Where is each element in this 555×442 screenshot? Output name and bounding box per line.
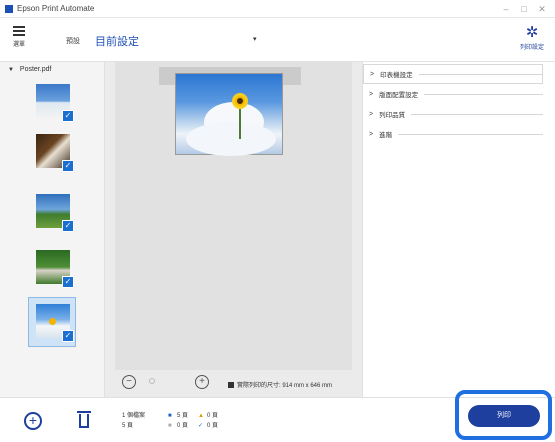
preset-label: 預設 [66, 38, 80, 45]
app-header: 選單 預設 目前設定 ▾ ✲ 列印設定 [0, 18, 555, 62]
print-settings-label: 列印設定 [519, 45, 544, 51]
page-thumbnail-3[interactable]: ✓ [36, 194, 74, 232]
chevron-down-icon[interactable]: ▾ [253, 35, 257, 43]
checkbox-checked-icon[interactable]: ✓ [62, 160, 74, 172]
file-group-header[interactable]: ▼ Poster.pdf [8, 66, 51, 73]
job-summary: 1 個檔案 5 頁 [122, 411, 145, 431]
gear-icon: ✲ [525, 24, 539, 41]
trash-icon[interactable] [77, 411, 91, 429]
section-label: 版面配置設定 [379, 92, 419, 99]
zoom-toolbar: − + 實際列印的尺寸: 914 mm x 646 mm [105, 370, 362, 397]
file-count: 1 個檔案 [122, 413, 146, 419]
page-thumbnail-4[interactable]: ✓ [36, 250, 74, 288]
chevron-right-icon: > [369, 110, 374, 118]
size-icon [228, 382, 234, 388]
section-label: 進階 [379, 132, 393, 139]
checkbox-checked-icon[interactable]: ✓ [62, 276, 74, 288]
flower-stem [239, 109, 241, 139]
section-printer-settings[interactable]: > 印表機設定 [363, 64, 543, 84]
file-list-panel: ▼ Poster.pdf ✓ ✓ ✓ ✓ ✓ [0, 62, 105, 397]
checkmark-icon: ✓ [198, 423, 204, 429]
section-print-quality[interactable]: > 列印品質 [363, 104, 543, 124]
chevron-right-icon: > [369, 130, 374, 138]
window-title: Epson Print Automate [17, 4, 95, 13]
close-button[interactable]: ✕ [533, 4, 551, 15]
maximize-button[interactable]: □ [515, 4, 533, 14]
preview-image [175, 73, 283, 156]
skipped-count: ■ 0 頁 [168, 423, 189, 429]
selected-count: ■ 5 頁 [168, 413, 189, 419]
divider [418, 73, 542, 75]
checkbox-checked-icon[interactable]: ✓ [62, 110, 74, 122]
section-label: 列印品質 [379, 112, 406, 119]
actual-print-size: 實際列印的尺寸: 914 mm x 646 mm [228, 380, 332, 389]
window-titlebar: Epson Print Automate – □ ✕ [0, 0, 555, 18]
skipped-square-icon: ■ [168, 423, 172, 429]
divider [398, 133, 543, 135]
caret-down-icon: ▼ [8, 67, 14, 73]
page-count: 5 頁 [122, 423, 134, 429]
add-file-icon[interactable]: + [24, 412, 42, 430]
page-thumbnail-2[interactable]: ✓ [36, 134, 74, 172]
warning-icon: ▲ [198, 413, 204, 419]
settings-panel: > 印表機設定 > 版面配置設定 > 列印品質 > 進階 [362, 62, 555, 397]
print-settings-button[interactable]: ✲ 列印設定 [517, 24, 547, 56]
warning-count: ▲ 0 頁 [198, 413, 219, 419]
menu-label: 選單 [12, 42, 25, 48]
done-count: ✓ 0 頁 [198, 423, 219, 429]
checkbox-checked-icon[interactable]: ✓ [62, 220, 74, 232]
section-advanced[interactable]: > 進階 [363, 124, 543, 144]
zoom-out-icon[interactable]: − [122, 375, 136, 389]
window-controls: – □ ✕ [497, 0, 551, 18]
section-label: 印表機設定 [380, 72, 413, 79]
sunflower-icon [232, 93, 248, 109]
chevron-right-icon: > [370, 70, 375, 78]
page-status-counts: ■ 5 頁 ▲ 0 頁 ■ 0 頁 ✓ 0 頁 [168, 411, 218, 431]
page-thumbnail-5[interactable]: ✓ [36, 304, 74, 342]
section-layout-settings[interactable]: > 版面配置設定 [363, 84, 543, 104]
minimize-button[interactable]: – [497, 4, 515, 14]
zoom-slider-handle[interactable] [149, 378, 155, 384]
app-logo-icon [5, 4, 13, 13]
cloud-shape [186, 122, 276, 156]
hamburger-icon [13, 26, 25, 36]
preview-panel: − + 實際列印的尺寸: 914 mm x 646 mm [105, 62, 362, 397]
file-name: Poster.pdf [19, 66, 52, 73]
preview-canvas[interactable] [115, 62, 352, 370]
selected-square-icon: ■ [168, 413, 172, 419]
preset-select[interactable]: 目前設定 [95, 33, 139, 49]
chevron-right-icon: > [369, 90, 374, 98]
page-thumbnail-1[interactable]: ✓ [36, 84, 74, 122]
zoom-in-icon[interactable]: + [195, 375, 209, 389]
checkbox-checked-icon[interactable]: ✓ [62, 330, 74, 342]
divider [424, 93, 543, 95]
divider [411, 113, 543, 115]
menu-button[interactable]: 選單 [6, 24, 32, 56]
actual-print-size-text: 實際列印的尺寸: 914 mm x 646 mm [237, 383, 333, 389]
print-button[interactable]: 列印 [468, 405, 540, 427]
